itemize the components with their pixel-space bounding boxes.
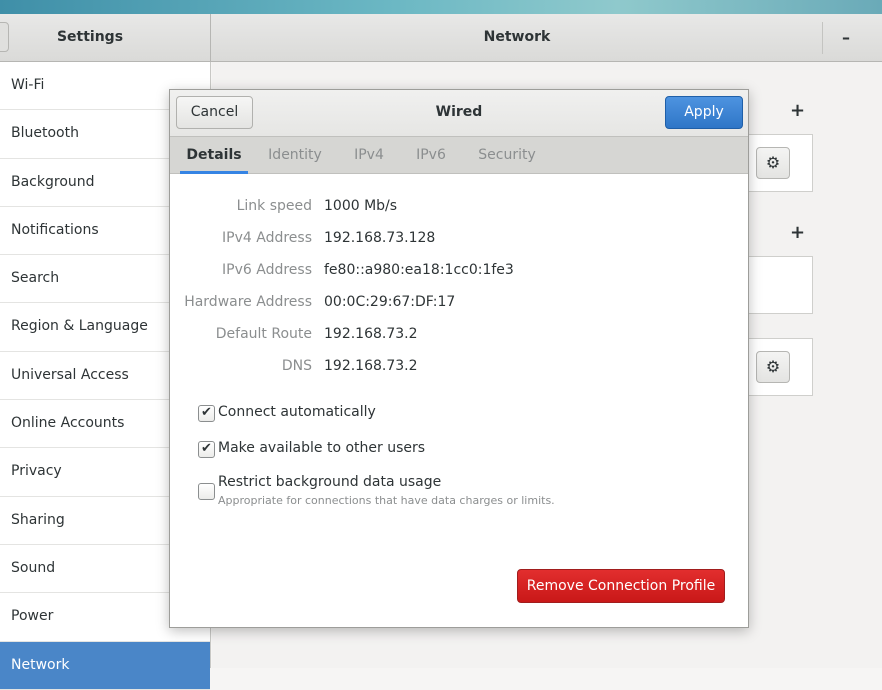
dialog-tabbar: Details Identity IPv4 IPv6 Security	[170, 136, 748, 174]
detail-key: DNS	[281, 358, 312, 374]
detail-row-ipv4: IPv4 Address 192.168.73.128	[170, 230, 748, 252]
settings-title: Settings	[56, 29, 124, 45]
cancel-button[interactable]: Cancel	[176, 96, 253, 129]
restrict-background-sublabel: Appropriate for connections that have da…	[218, 494, 555, 507]
remove-connection-profile-button[interactable]: Remove Connection Profile	[517, 569, 725, 603]
detail-value: 00:0C:29:67:DF:17	[324, 294, 456, 310]
detail-row-hardware-address: Hardware Address 00:0C:29:67:DF:17	[170, 294, 748, 316]
dialog-header: Cancel Wired Apply	[170, 90, 748, 136]
add-connection-icon[interactable]: +	[790, 100, 805, 121]
connect-automatically-checkbox[interactable]: ✔	[198, 405, 215, 422]
tab-security[interactable]: Security	[472, 137, 542, 174]
detail-key: Default Route	[215, 326, 312, 342]
minimize-icon[interactable]: –	[834, 26, 858, 50]
detail-row-link-speed: Link speed 1000 Mb/s	[170, 198, 748, 220]
headerbar-divider	[822, 22, 823, 54]
settings-headerbar: Settings Network –	[0, 14, 882, 62]
tab-details[interactable]: Details	[180, 137, 248, 174]
gear-icon[interactable]: ⚙	[756, 147, 790, 179]
detail-row-ipv6: IPv6 Address fe80::a980:ea18:1cc0:1fe3	[170, 262, 748, 284]
detail-value: fe80::a980:ea18:1cc0:1fe3	[324, 262, 514, 278]
sidebar-item-network[interactable]: Network	[0, 641, 210, 690]
detail-key: Hardware Address	[184, 294, 312, 310]
available-to-others-checkbox[interactable]: ✔	[198, 441, 215, 458]
tab-identity[interactable]: Identity	[262, 137, 328, 174]
restrict-background-checkbox[interactable]	[198, 483, 215, 500]
detail-value: 192.168.73.2	[324, 326, 418, 342]
tab-ipv6[interactable]: IPv6	[410, 137, 452, 174]
dialog-title: Wired	[435, 104, 483, 120]
detail-row-default-route: Default Route 192.168.73.2	[170, 326, 748, 348]
restrict-background-label: Restrict background data usage	[218, 474, 442, 490]
detail-value: 192.168.73.128	[324, 230, 436, 246]
detail-row-dns: DNS 192.168.73.2	[170, 358, 748, 380]
available-to-others-label: Make available to other users	[218, 440, 426, 456]
desktop-top-strip	[0, 0, 882, 14]
connect-automatically-label: Connect automatically	[218, 404, 376, 420]
panel-title: Network	[483, 29, 551, 45]
detail-key: Link speed	[236, 198, 312, 214]
detail-key: IPv4 Address	[222, 230, 312, 246]
add-vpn-icon[interactable]: +	[790, 222, 805, 243]
tab-ipv4[interactable]: IPv4	[348, 137, 390, 174]
detail-value: 192.168.73.2	[324, 358, 418, 374]
detail-key: IPv6 Address	[222, 262, 312, 278]
detail-value: 1000 Mb/s	[324, 198, 398, 214]
headerbar-left-pane: Settings	[0, 14, 211, 61]
vpn-card	[742, 256, 813, 314]
apply-button[interactable]: Apply	[665, 96, 743, 129]
proxy-gear-icon[interactable]: ⚙	[756, 351, 790, 383]
wired-dialog: Cancel Wired Apply Details Identity IPv4…	[169, 89, 749, 628]
